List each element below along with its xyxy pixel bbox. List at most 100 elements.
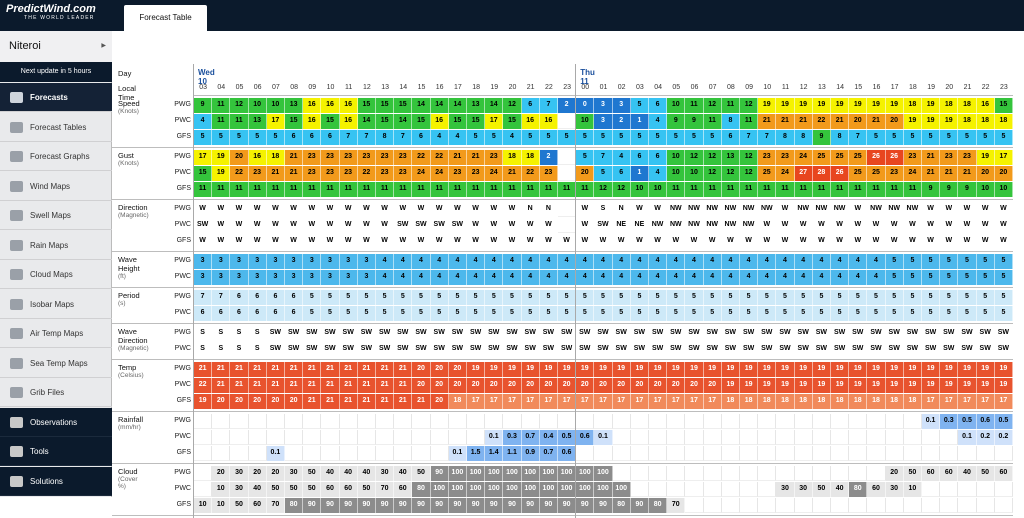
table-cell: 13 xyxy=(467,98,486,113)
table-cell: 30 xyxy=(885,482,904,497)
sidebar-item-forecast-graphs[interactable]: Forecast Graphs xyxy=(0,142,112,171)
table-cell: 24 xyxy=(485,166,504,181)
table-cell xyxy=(194,430,213,445)
table-cell: 17 xyxy=(503,394,522,409)
table-cell: 19 xyxy=(467,362,486,377)
table-cell: 21 xyxy=(831,114,850,129)
table-cell: 100 xyxy=(503,466,522,481)
table-cell: SW xyxy=(376,342,395,357)
table-cell: 5 xyxy=(703,130,722,145)
hour-header: 10 xyxy=(326,84,335,91)
table-cell: W xyxy=(376,202,395,217)
table-cell: 12 xyxy=(230,98,249,113)
table-cell xyxy=(703,498,722,513)
table-cell: 5 xyxy=(448,290,467,305)
table-cell: W xyxy=(649,202,668,217)
sidebar-item-grib-files[interactable]: Grib Files xyxy=(0,378,112,407)
table-cell: 30 xyxy=(230,466,249,481)
table-cell: 17 xyxy=(922,394,941,409)
table-cell: SW xyxy=(448,326,467,341)
table-cell: 5 xyxy=(994,270,1013,285)
sidebar-item-forecasts[interactable]: Forecasts xyxy=(0,83,112,112)
table-cell: W xyxy=(630,234,649,249)
sidebar-item-solutions[interactable]: Solutions xyxy=(0,466,112,496)
table-cell: 21 xyxy=(230,378,249,393)
sidebar-item-observations[interactable]: Observations xyxy=(0,407,112,437)
table-cell: 5 xyxy=(758,306,777,321)
hour-header: 20 xyxy=(508,84,517,91)
hour-header: 12 xyxy=(799,84,808,91)
table-cell: 50 xyxy=(357,482,376,497)
table-cell: 23 xyxy=(303,166,322,181)
table-cell: SW xyxy=(521,342,540,357)
table-cell: 5 xyxy=(430,290,449,305)
table-cell: 22 xyxy=(357,166,376,181)
table-cell: 4 xyxy=(831,270,850,285)
table-cell: 5 xyxy=(958,130,977,145)
table-cell: 11 xyxy=(303,182,322,197)
table-cell: 3 xyxy=(321,254,340,269)
sidebar-item-air-temp-maps[interactable]: Air Temp Maps xyxy=(0,319,112,348)
sidebar-item-rain-maps[interactable]: Rain Maps xyxy=(0,231,112,260)
table-cell: 3 xyxy=(212,254,231,269)
table-cell: 19 xyxy=(867,362,886,377)
table-cell: 20 xyxy=(630,378,649,393)
table-cell: 18 xyxy=(958,114,977,129)
table-cell xyxy=(867,414,886,429)
table-cell: SW xyxy=(703,342,722,357)
table-cell: SW xyxy=(958,326,977,341)
table-cell: 12 xyxy=(740,150,759,165)
day-label: Day xyxy=(118,69,132,78)
table-cell xyxy=(230,446,249,461)
table-cell: 22 xyxy=(412,150,431,165)
table-cell: SW xyxy=(485,342,504,357)
table-cell: W xyxy=(521,218,540,233)
table-cell: W xyxy=(885,218,904,233)
table-cell: 14 xyxy=(412,98,431,113)
table-cell: 4 xyxy=(612,270,631,285)
table-cell: 7 xyxy=(758,130,777,145)
table-cell: 12 xyxy=(740,98,759,113)
table-cell: NW xyxy=(721,218,740,233)
table-cell xyxy=(976,482,995,497)
table-cell: 19 xyxy=(194,394,213,409)
table-cell xyxy=(903,430,922,445)
table-cell: 21 xyxy=(303,394,322,409)
table-cell: NW xyxy=(703,218,722,233)
sidebar-item-forecast-tables[interactable]: Forecast Tables xyxy=(0,113,112,142)
model-label: PWC xyxy=(174,345,191,352)
sidebar-item-wind-maps[interactable]: Wind Maps xyxy=(0,172,112,201)
table-cell: 12 xyxy=(612,182,631,197)
location-selector[interactable]: Niteroi ▶ xyxy=(0,31,112,62)
table-cell xyxy=(758,466,777,481)
table-cell: S xyxy=(212,342,231,357)
table-cell: 20 xyxy=(503,378,522,393)
sidebar-item-cloud-maps[interactable]: Cloud Maps xyxy=(0,260,112,289)
predictwind-logo[interactable]: PredictWind.com THE WORLD LEADER xyxy=(6,3,116,27)
table-cell: 6 xyxy=(248,290,267,305)
table-cell: W xyxy=(994,218,1013,233)
table-cell: 5 xyxy=(339,290,358,305)
table-cell: 5 xyxy=(994,290,1013,305)
table-cell: 50 xyxy=(266,482,285,497)
table-cell xyxy=(958,482,977,497)
table-cell: S xyxy=(594,202,613,217)
table-cell: 20 xyxy=(539,378,558,393)
table-cell: 100 xyxy=(558,482,577,497)
tab-forecast-table[interactable]: Forecast Table xyxy=(124,5,207,31)
sidebar-item-isobar-maps[interactable]: Isobar Maps xyxy=(0,290,112,319)
table-cell: 20 xyxy=(248,394,267,409)
table-cell xyxy=(649,482,668,497)
sidebar-item-sea-temp-maps[interactable]: Sea Temp Maps xyxy=(0,349,112,378)
table-cell: 20 xyxy=(576,378,595,393)
sidebar-item-swell-maps[interactable]: Swell Maps xyxy=(0,201,112,230)
table-cell: SW xyxy=(321,326,340,341)
table-cell: SW xyxy=(940,342,959,357)
table-cell: W xyxy=(248,202,267,217)
table-cell: 3 xyxy=(194,270,213,285)
table-cell: 4 xyxy=(703,254,722,269)
table-cell: W xyxy=(976,234,995,249)
sidebar-item-tools[interactable]: Tools xyxy=(0,437,112,466)
table-cell: SW xyxy=(394,326,413,341)
table-cell: 0.4 xyxy=(539,430,558,445)
